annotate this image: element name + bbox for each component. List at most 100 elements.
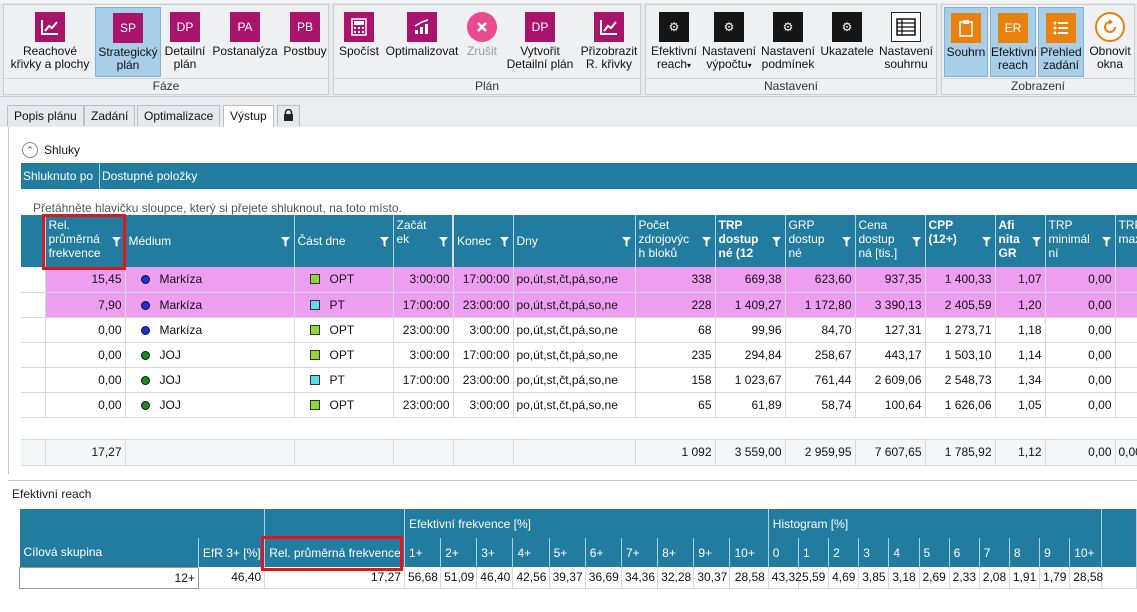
reach-curves-button[interactable]: Reachové křivky a plochy bbox=[6, 7, 94, 77]
col-header-target-group[interactable]: Cílová skupina bbox=[19, 538, 199, 567]
filter-icon[interactable] bbox=[771, 236, 781, 247]
col-header-ef[interactable]: 3+ bbox=[476, 538, 514, 567]
table-row[interactable]: 7,90 Markíza PT 17:00:00 23:00:00 po,út,… bbox=[21, 292, 1137, 318]
postbuy-button[interactable]: PB Postbuy bbox=[282, 7, 328, 77]
total-cpp: 1 785,92 bbox=[925, 438, 996, 466]
tab-locked[interactable] bbox=[277, 105, 300, 126]
col-header-days[interactable]: Dny bbox=[513, 215, 636, 267]
create-detail-plan-button[interactable]: DP Vytvořit Detailní plán bbox=[504, 7, 576, 77]
col-header-hist[interactable]: 2 bbox=[828, 538, 860, 567]
annotation-highlight-box bbox=[42, 214, 126, 270]
cell-grp: 761,44 bbox=[785, 367, 856, 393]
conditions-settings-button[interactable]: ⚙ Nastavení podmínek bbox=[759, 7, 817, 77]
tab-optimalizace[interactable]: Optimalizace bbox=[137, 105, 221, 126]
collapse-chevron-up-icon[interactable]: ⌃ bbox=[22, 142, 38, 158]
reach-curves-label-2: křivky a plochy bbox=[10, 57, 90, 71]
col-header-trp-available[interactable]: TRP dostup né (12 bbox=[715, 215, 786, 267]
col-header-ef[interactable]: 6+ bbox=[585, 538, 622, 567]
cell-end: 23:00:00 bbox=[453, 367, 514, 393]
table-row[interactable]: 0,00 JOJ OPT 3:00:00 17:00:00 po,út,st,č… bbox=[21, 342, 1137, 368]
cell-rel-frequency: 0,00 bbox=[45, 342, 126, 368]
calc-settings-button[interactable]: ⚙ Nastavení výpočtu▾ bbox=[701, 7, 757, 77]
table-row[interactable]: 0,00 JOJ OPT 23:00:00 3:00:00 po,út,st,č… bbox=[21, 392, 1137, 418]
show-r-curves-button[interactable]: Přizobrazit R. křivky bbox=[578, 7, 640, 77]
effective-reach-view-button[interactable]: ER Efektivní reach bbox=[990, 7, 1037, 77]
col-header-ef[interactable]: 5+ bbox=[549, 538, 586, 567]
col-header-ef[interactable]: 10+ bbox=[729, 538, 769, 567]
filter-icon[interactable] bbox=[911, 236, 921, 247]
cancel-button[interactable]: Zrušit bbox=[462, 7, 502, 77]
effective-reach-settings-button[interactable]: ⚙ Efektivní reach▾ bbox=[649, 7, 699, 77]
filter-icon[interactable] bbox=[379, 236, 389, 247]
cell-target-group[interactable]: 12+ bbox=[19, 566, 199, 589]
filter-icon[interactable] bbox=[1101, 236, 1111, 247]
col-header-end[interactable]: Konec bbox=[452, 215, 514, 267]
detail-plan-button[interactable]: DP Detailní plán bbox=[162, 7, 208, 77]
summary-button[interactable]: Souhrn bbox=[944, 7, 988, 77]
refresh-windows-button[interactable]: Obnovit okna bbox=[1086, 7, 1134, 77]
col-header-daypart[interactable]: Část dne bbox=[294, 215, 394, 267]
col-header-hist[interactable]: 8 bbox=[1009, 538, 1041, 567]
cell-grp: 258,67 bbox=[785, 342, 856, 368]
filter-icon[interactable] bbox=[841, 236, 851, 247]
gear-icon: ⚙ bbox=[714, 12, 744, 42]
col-header-cpp[interactable]: CPP (12+) bbox=[925, 215, 996, 267]
col-header-hist[interactable]: 6 bbox=[949, 538, 980, 567]
postanalysis-button[interactable]: PA Postanalýza bbox=[210, 7, 280, 77]
col-header-affinity[interactable]: Afi nita GR bbox=[995, 215, 1046, 267]
col-header-ef[interactable]: 8+ bbox=[657, 538, 695, 567]
filter-icon[interactable] bbox=[499, 236, 509, 247]
col-header-hist[interactable]: 1 bbox=[798, 538, 830, 567]
col-header-grp-available[interactable]: GRP dostup né bbox=[785, 215, 856, 267]
col-header-efr3[interactable]: EfR 3+ [%] bbox=[198, 538, 266, 567]
table-row[interactable]: 12+ 46,40 17,27 56,68 51,09 46,40 42,56 … bbox=[19, 566, 1137, 589]
optimize-button[interactable]: Optimalizovat bbox=[384, 7, 460, 77]
optimize-label: Optimalizovat bbox=[385, 44, 459, 58]
summary-settings-button[interactable]: Nastavení souhrnu bbox=[877, 7, 935, 77]
col-header-source-blocks[interactable]: Počet zdrojovýc h bloků bbox=[635, 215, 716, 267]
indicators-label: Ukazatele bbox=[820, 44, 874, 58]
col-header-trp-min[interactable]: TRP minimál ní bbox=[1045, 215, 1116, 267]
total-empty bbox=[513, 438, 636, 466]
cell-hist: 1,79 bbox=[1039, 567, 1071, 589]
tab-popis-planu[interactable]: Popis plánu bbox=[7, 105, 84, 126]
col-header-ef[interactable]: 7+ bbox=[621, 538, 659, 567]
col-header-ef[interactable]: 9+ bbox=[693, 538, 731, 567]
col-header-medium[interactable]: Médium bbox=[125, 215, 295, 267]
clipboard-icon bbox=[951, 13, 981, 43]
col-header-hist[interactable]: 5 bbox=[919, 538, 950, 567]
table-row[interactable]: 15,45 Markíza OPT 3:00:00 17:00:00 po,út… bbox=[21, 267, 1137, 293]
filter-icon[interactable] bbox=[621, 236, 631, 247]
strategic-plan-button[interactable]: SP Strategický plán bbox=[95, 7, 161, 77]
table-row[interactable]: 0,00 JOJ PT 17:00:00 23:00:00 po,út,st,č… bbox=[21, 367, 1137, 393]
filter-icon[interactable] bbox=[439, 236, 448, 247]
cell-hist: 5,59 bbox=[798, 567, 830, 589]
indicators-button[interactable]: ⚙ Ukazatele bbox=[819, 7, 875, 77]
cancel-x-icon bbox=[467, 12, 497, 42]
filter-icon[interactable] bbox=[1031, 236, 1041, 247]
available-items-label[interactable]: Dostupné položky bbox=[100, 163, 199, 189]
tab-zadani[interactable]: Zadání bbox=[84, 105, 136, 126]
tab-vystup[interactable]: Výstup bbox=[223, 105, 274, 127]
cell-ef: 28,58 bbox=[729, 567, 769, 589]
col-header-hist[interactable]: 10+ bbox=[1069, 538, 1102, 567]
compute-button[interactable]: Spočíst bbox=[337, 7, 381, 77]
col-header-cost-available[interactable]: Cena dostup ná [tis.] bbox=[855, 215, 926, 267]
input-overview-button[interactable]: Přehled zadání bbox=[1038, 7, 1084, 77]
col-header-hist[interactable]: 3 bbox=[858, 538, 890, 567]
col-header-hist[interactable]: 0 bbox=[768, 538, 799, 567]
filter-icon[interactable] bbox=[981, 236, 991, 247]
col-header-start[interactable]: Začát ek bbox=[393, 215, 454, 267]
grouped-by-label[interactable]: Shluknuto po bbox=[21, 163, 100, 189]
filter-icon[interactable] bbox=[280, 236, 290, 247]
col-header-hist[interactable]: 9 bbox=[1039, 538, 1071, 567]
col-header-ef[interactable]: 2+ bbox=[440, 538, 478, 567]
col-header-trp-max[interactable]: TRP max bbox=[1115, 215, 1137, 267]
filter-icon[interactable] bbox=[701, 236, 711, 247]
col-header-hist[interactable]: 7 bbox=[979, 538, 1010, 567]
col-header-ef[interactable]: 4+ bbox=[512, 538, 550, 567]
col-header-ef[interactable]: 1+ bbox=[404, 538, 442, 567]
cell-end: 23:00:00 bbox=[453, 292, 514, 318]
col-header-hist[interactable]: 4 bbox=[888, 538, 920, 567]
table-row[interactable]: 0,00 Markíza OPT 23:00:00 3:00:00 po,út,… bbox=[21, 317, 1137, 343]
